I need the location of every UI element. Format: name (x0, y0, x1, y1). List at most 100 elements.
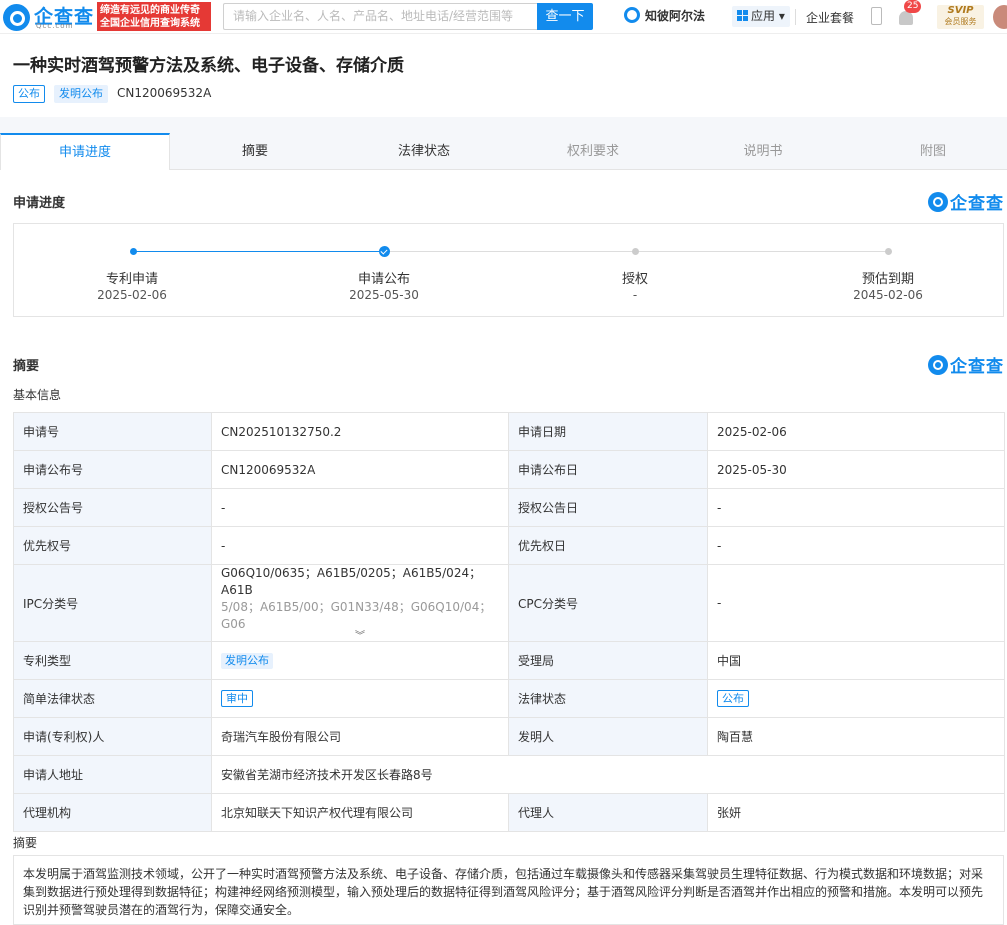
table-row: 申请号 CN202510132750.2 申请日期 2025-02-06 (13, 412, 1005, 451)
slogan-line-2: 全国企业信用查询系统 (100, 18, 200, 29)
qcc-mark-text: 企查查 (950, 357, 1004, 377)
field-key: 法律状态 (508, 679, 708, 718)
qcc-watermark-logo: 企查查 (928, 352, 1004, 377)
step-label: 预估到期 (861, 272, 914, 287)
step-date: 2045-02-06 (853, 288, 923, 302)
enterprise-suite-link[interactable]: 企业套餐 (806, 9, 854, 26)
step-label: 专利申请 (105, 272, 158, 287)
top-nav-bar: 企查查 Qcc.com 缔造有远见的商业传奇 全国企业信用查询系统 请输入企业名… (0, 0, 1007, 34)
field-value: 陶百慧 (707, 717, 1005, 756)
basic-info-heading: 基本信息 (13, 388, 62, 402)
logo-subtext: Qcc.com (36, 22, 74, 30)
table-row: 优先权号 - 优先权日 - (13, 526, 1005, 565)
slogan-line-1: 缔造有远见的商业传奇 (100, 5, 200, 16)
field-value: - (707, 488, 1005, 527)
qcc-watermark-logo: 企查查 (928, 189, 1004, 214)
ipc-line-2: 5/08；A61B5/00；G01N33/48；G06Q10/04；G06 (221, 600, 492, 631)
notification-bell-icon[interactable] (899, 11, 913, 25)
qcc-logo-icon[interactable] (3, 4, 30, 31)
notification-count-badge: 25 (904, 0, 922, 13)
step-date: 2025-02-06 (97, 288, 167, 302)
ipc-value-cell: G06Q10/0635；A61B5/0205；A61B5/024；A61B 5/… (211, 564, 509, 642)
table-row: 简单法律状态 审中 法律状态 公布 (13, 679, 1005, 718)
qcc-mark-text: 企查查 (950, 194, 1004, 214)
tab-drawings[interactable]: 附图 (848, 133, 1007, 170)
field-key: 申请人地址 (13, 755, 212, 794)
search-button[interactable]: 查一下 (537, 3, 593, 30)
tab-bar: 申请进度 摘要 法律状态 权利要求 说明书 附图 (0, 133, 1007, 170)
tab-progress[interactable]: 申请进度 (0, 133, 170, 170)
qcc-mark-icon (928, 355, 948, 375)
ipc-line-1: G06Q10/0635；A61B5/0205；A61B5/024；A61B (221, 566, 482, 597)
patent-type-badge: 发明公布 (54, 85, 108, 103)
field-key: 发明人 (508, 717, 708, 756)
field-value: 安徽省芜湖市经济技术开发区长春路8号 (211, 755, 1005, 794)
grid-icon (737, 10, 748, 21)
publication-number: CN120069532A (117, 86, 212, 100)
field-key: 代理机构 (13, 793, 212, 832)
tab-description[interactable]: 说明书 (678, 133, 848, 170)
abstract-heading: 摘要 (13, 836, 38, 850)
legal-status-tag: 公布 (717, 690, 749, 707)
search-input[interactable]: 请输入企业名、人名、产品名、地址电话/经营范围等 (223, 3, 537, 30)
user-avatar[interactable] (993, 5, 1007, 29)
field-key: 申请日期 (508, 412, 708, 451)
field-value: - (211, 526, 509, 565)
field-key: 优先权日 (508, 526, 708, 565)
field-key: IPC分类号 (13, 564, 212, 642)
tab-legal-status[interactable]: 法律状态 (340, 133, 508, 170)
table-row: 专利类型 发明公布 受理局 中国 (13, 641, 1005, 680)
field-key: 申请(专利权)人 (13, 717, 212, 756)
field-value: - (707, 564, 1005, 642)
app-label: 应用 (751, 9, 776, 23)
field-value: CN120069532A (211, 450, 509, 489)
field-key: 申请公布日 (508, 450, 708, 489)
zhibi-label: 知彼阿尔法 (645, 9, 706, 23)
step-date: 2025-05-30 (349, 288, 419, 302)
svip-title: SVIP (947, 5, 974, 16)
field-value: 张妍 (707, 793, 1005, 832)
step-label: 授权 (621, 272, 648, 287)
step-dot (885, 248, 892, 255)
tab-claims[interactable]: 权利要求 (508, 133, 678, 170)
field-key: 申请号 (13, 412, 212, 451)
table-row: 申请人地址 安徽省芜湖市经济技术开发区长春路8号 (13, 755, 1005, 794)
svip-member-button[interactable]: SVIP 会员服务 (937, 5, 984, 29)
field-value-cell: 审中 (211, 679, 509, 718)
field-value: 2025-02-06 (707, 412, 1005, 451)
slogan-banner: 缔造有远见的商业传奇 全国企业信用查询系统 (97, 2, 211, 31)
field-key: 授权公告日 (508, 488, 708, 527)
field-value: 2025-05-30 (707, 450, 1005, 489)
field-key: 专利类型 (13, 641, 212, 680)
agency-link[interactable]: 北京知联天下知识产权代理有限公司 (211, 793, 509, 832)
nav-divider (795, 9, 796, 25)
field-key: 代理人 (508, 793, 708, 832)
field-key: 简单法律状态 (13, 679, 212, 718)
patent-type-tag: 发明公布 (221, 652, 273, 669)
svip-subtitle: 会员服务 (944, 17, 977, 26)
zhibi-alpha-link[interactable]: 知彼阿尔法 (624, 7, 705, 24)
section-gap (0, 117, 1007, 133)
abstract-text: 本发明属于酒驾监测技术领域，公开了一种实时酒驾预警方法及系统、电子设备、存储介质… (13, 855, 1004, 925)
status-badge: 公布 (13, 85, 45, 103)
field-value: - (211, 488, 509, 527)
step-label: 申请公布 (357, 272, 410, 287)
field-value: CN202510132750.2 (211, 412, 509, 451)
field-key: CPC分类号 (508, 564, 708, 642)
chevron-down-icon: ▾ (778, 9, 785, 23)
app-menu-button[interactable]: 应用 ▾ (732, 6, 790, 27)
tab-abstract[interactable]: 摘要 (170, 133, 340, 170)
mobile-phone-icon[interactable] (871, 7, 882, 25)
applicant-link[interactable]: 奇瑞汽车股份有限公司 (211, 717, 509, 756)
page-title: 一种实时酒驾预警方法及系统、电子设备、存储介质 (13, 56, 404, 76)
table-row: 申请(专利权)人 奇瑞汽车股份有限公司 发明人 陶百慧 (13, 717, 1005, 756)
qcc-mark-icon (928, 192, 948, 212)
expand-chevron-icon[interactable]: ︾ (221, 632, 499, 642)
field-value: 中国 (707, 641, 1005, 680)
field-value: - (707, 526, 1005, 565)
field-key: 受理局 (508, 641, 708, 680)
field-key: 申请公布号 (13, 450, 212, 489)
progress-timeline: 专利申请 2025-02-06 申请公布 2025-05-30 授权 - 预估到… (13, 223, 1004, 317)
step-dot (130, 248, 137, 255)
step-date: - (632, 288, 638, 302)
